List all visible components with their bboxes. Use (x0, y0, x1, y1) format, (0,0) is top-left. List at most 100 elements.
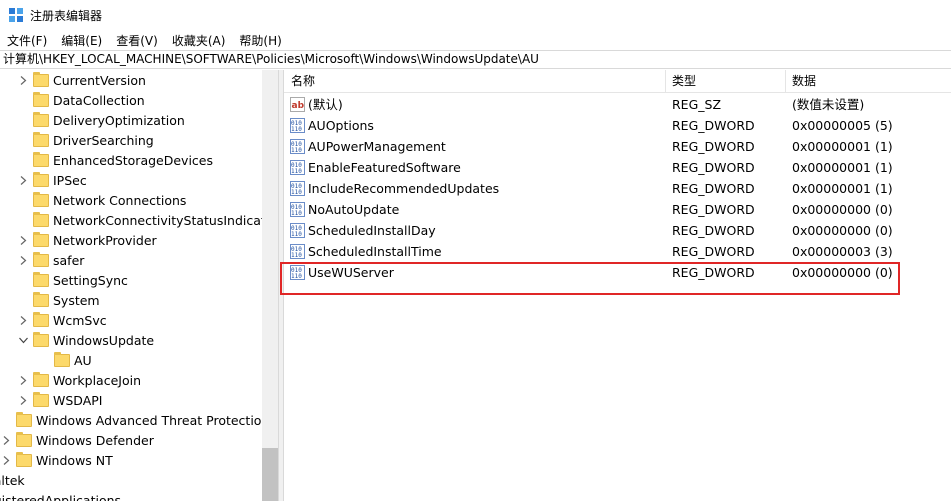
tree-item[interactable]: AU (38, 350, 92, 370)
chevron-right-icon[interactable] (17, 170, 29, 190)
chevron-right-icon[interactable] (17, 310, 29, 330)
tree-item[interactable]: IPSec (17, 170, 87, 190)
tree-item[interactable]: SettingSync (17, 270, 128, 290)
value-row[interactable]: ab (默认) REG_SZ (数值未设置) (284, 94, 951, 115)
value-row[interactable]: 010 110 AUPowerManagement REG_DWORD 0x000000… (284, 136, 951, 157)
value-name: AUPowerManagement (308, 139, 446, 154)
tree-item-label: DriverSearching (53, 132, 154, 148)
tree-item[interactable]: safer (17, 250, 84, 270)
value-row[interactable]: 010 110 IncludeRecommendedUpdates REG_DWORD… (284, 178, 951, 199)
tree-item[interactable]: ealtek (0, 470, 25, 490)
tree-item[interactable]: EnhancedStorageDevices (17, 150, 213, 170)
tree-item[interactable]: DataCollection (17, 90, 145, 110)
folder-icon (16, 431, 32, 447)
tree-scrollbar-thumb[interactable] (262, 448, 278, 501)
value-name: NoAutoUpdate (308, 202, 400, 217)
value-data: 0x00000001 (1) (792, 139, 893, 154)
value-type: REG_SZ (672, 97, 722, 112)
tree-item[interactable]: WcmSvc (17, 310, 107, 330)
dword-value-icon: 010 110 (290, 223, 305, 238)
value-row[interactable]: 010 110 NoAutoUpdate REG_DWORD 0x00000000 (0… (284, 199, 951, 220)
dword-value-icon: 010 110 (290, 139, 305, 154)
chevron-right-icon[interactable] (17, 250, 29, 270)
tree-item[interactable]: DeliveryOptimization (17, 110, 185, 130)
tree-item[interactable]: WindowsUpdate (17, 330, 154, 350)
value-data: 0x00000000 (0) (792, 223, 893, 238)
tree-item-label: NetworkConnectivityStatusIndicator (53, 212, 278, 228)
key-tree[interactable]: CurrentVersion DataCollection DeliveryOpti… (0, 70, 278, 501)
tree-item[interactable]: Windows Defender (0, 430, 154, 450)
menu-file[interactable]: 文件(F) (7, 32, 47, 49)
tree-item[interactable]: WorkplaceJoin (17, 370, 141, 390)
value-type: REG_DWORD (672, 244, 755, 259)
tree-item[interactable]: DriverSearching (17, 130, 154, 150)
value-name: ScheduledInstallTime (308, 244, 442, 259)
folder-icon (16, 411, 32, 427)
value-row[interactable]: 010 110 EnableFeaturedSoftware REG_DWORD 0x0… (284, 157, 951, 178)
chevron-right-icon[interactable] (0, 450, 12, 470)
tree-item-label: WindowsUpdate (53, 332, 155, 348)
menu-edit[interactable]: 编辑(E) (61, 32, 102, 49)
column-name-header[interactable]: 名称 (284, 70, 665, 93)
tree-item[interactable]: egisteredApplications (0, 490, 121, 501)
title-bar: 注册表编辑器 (0, 0, 951, 30)
tree-item[interactable]: System (17, 290, 100, 310)
column-type-header[interactable]: 类型 (665, 70, 785, 93)
tree-item-label: ealtek (0, 472, 25, 488)
tree-item[interactable]: WSDAPI (17, 390, 102, 410)
menu-help[interactable]: 帮助(H) (239, 32, 281, 49)
value-row[interactable]: 010 110 ScheduledInstallTime REG_DWORD 0x000… (284, 241, 951, 262)
tree-item-label: WSDAPI (53, 392, 103, 408)
tree-item[interactable]: NetworkProvider (17, 230, 157, 250)
chevron-right-icon[interactable] (17, 370, 29, 390)
tree-item-label: CurrentVersion (53, 72, 146, 88)
chevron-right-icon[interactable] (17, 230, 29, 250)
value-data: 0x00000001 (1) (792, 181, 893, 196)
svg-text:110: 110 (291, 168, 302, 175)
tree-item[interactable]: Windows NT (0, 450, 113, 470)
folder-icon (33, 151, 49, 167)
folder-icon (33, 231, 49, 247)
value-row[interactable]: 010 110 ScheduledInstallDay REG_DWORD 0x0000… (284, 220, 951, 241)
tree-item-label: egisteredApplications (0, 492, 122, 501)
tree-item[interactable]: Network Connections (17, 190, 186, 210)
tree-item-label: safer (53, 252, 85, 268)
tree-item[interactable]: Windows Advanced Threat Protection (0, 410, 269, 430)
value-row[interactable]: 010 110 AUOptions REG_DWORD 0x00000005 (5) (284, 115, 951, 136)
value-type: REG_DWORD (672, 139, 755, 154)
folder-icon (54, 351, 70, 367)
value-data: 0x00000005 (5) (792, 118, 893, 133)
annotation-highlight-box (280, 262, 900, 295)
tree-item-label: NetworkProvider (53, 232, 157, 248)
menu-favorites[interactable]: 收藏夹(A) (172, 32, 226, 49)
tree-item[interactable]: CurrentVersion (17, 70, 146, 90)
tree-item[interactable]: NetworkConnectivityStatusIndicator (17, 210, 278, 230)
value-name: IncludeRecommendedUpdates (308, 181, 500, 196)
tree-item-label: WorkplaceJoin (53, 372, 142, 388)
address-bar[interactable]: 计算机\HKEY_LOCAL_MACHINE\SOFTWARE\Policies… (0, 50, 951, 69)
dword-value-icon: 010 110 (290, 202, 305, 217)
value-name: EnableFeaturedSoftware (308, 160, 461, 175)
chevron-right-icon[interactable] (0, 430, 12, 450)
folder-icon (33, 171, 49, 187)
chevron-down-icon[interactable] (17, 330, 29, 350)
svg-text:110: 110 (291, 126, 302, 133)
column-data-header[interactable]: 数据 (785, 70, 951, 93)
value-type: REG_DWORD (672, 160, 755, 175)
tree-scrollbar[interactable] (262, 70, 278, 501)
svg-text:110: 110 (291, 147, 302, 154)
menu-view[interactable]: 查看(V) (116, 32, 158, 49)
folder-icon (33, 131, 49, 147)
tree-item-label: Network Connections (53, 192, 187, 208)
window-title: 注册表编辑器 (30, 9, 103, 23)
chevron-right-icon[interactable] (17, 390, 29, 410)
menu-bar: 文件(F) 编辑(E) 查看(V) 收藏夹(A) 帮助(H) (0, 30, 951, 50)
chevron-right-icon[interactable] (17, 70, 29, 90)
svg-text:110: 110 (291, 231, 302, 238)
value-name: ScheduledInstallDay (308, 223, 436, 238)
tree-item-label: SettingSync (53, 272, 128, 288)
